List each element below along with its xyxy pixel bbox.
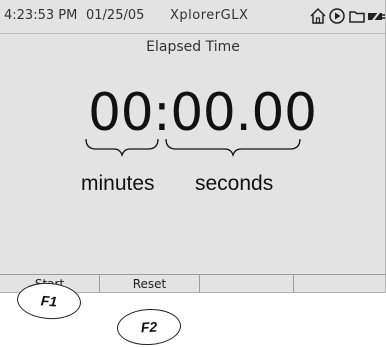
- brace-annotations: [85, 138, 301, 158]
- seconds-label: seconds: [195, 172, 274, 195]
- minutes-brace: [85, 138, 159, 158]
- softkey-4[interactable]: [294, 275, 386, 293]
- minutes-label: minutes: [81, 172, 155, 195]
- softkey-reset[interactable]: Reset: [100, 275, 200, 293]
- device-screen: 4:23:53 PM 01/25/05 XplorerGLX Elapsed T…: [0, 0, 386, 293]
- f2-key[interactable]: F2: [116, 307, 182, 347]
- seconds-brace: [165, 138, 301, 158]
- softkey-3[interactable]: [200, 275, 294, 293]
